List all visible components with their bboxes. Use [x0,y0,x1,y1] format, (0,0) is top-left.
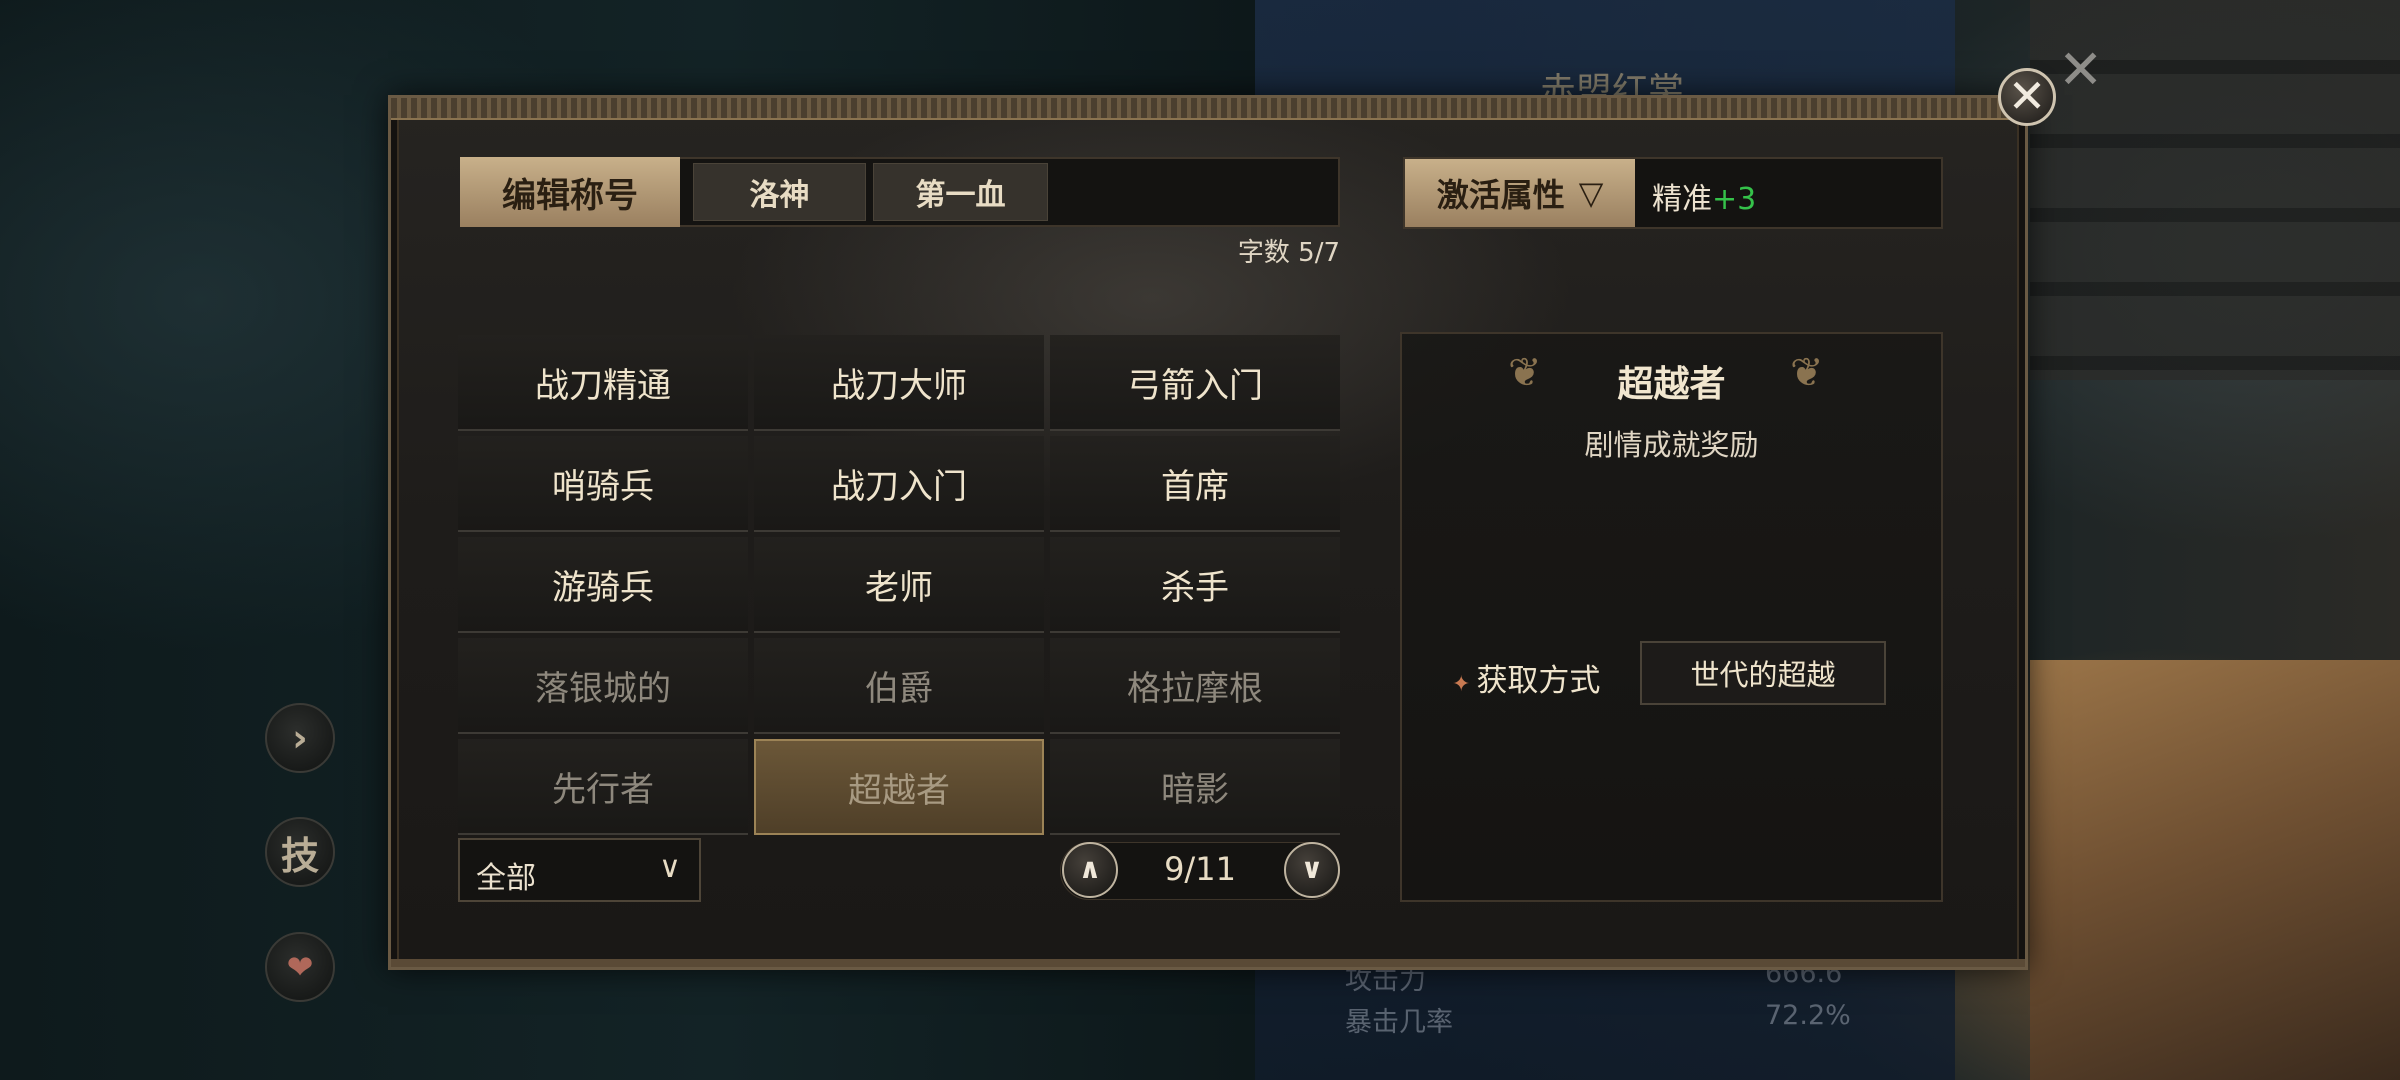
detail-subtitle: 剧情成就奖励 [1584,428,1759,462]
title-cell-locked[interactable]: 暗影 [1050,739,1340,835]
arrow-right-icon[interactable]: › [265,703,335,773]
attribute-value: 精准+3 [1652,174,1756,218]
activate-attribute-dropdown[interactable]: 激活属性 ▽ [1405,159,1635,227]
bullet-icon: ✦ [1452,672,1471,697]
title-cell-locked[interactable]: 伯爵 [754,638,1044,734]
activate-attribute-label: 激活属性 [1436,176,1565,214]
title-cell-locked[interactable]: 先行者 [458,739,748,835]
detail-title: 超越者 [1617,363,1726,405]
title-cell-locked[interactable]: 落银城的 [458,638,748,734]
chevron-down-icon: ▽ [1578,174,1604,212]
category-filter-dropdown[interactable]: 全部 ∨ [458,838,701,902]
title-cell[interactable]: 老师 [754,537,1044,633]
edit-title-label: 编辑称号 [460,157,680,227]
filter-selected-value: 全部 [476,861,536,896]
title-cell[interactable]: 首席 [1050,436,1340,532]
acquire-method-value[interactable]: 世代的超越 [1640,641,1886,705]
background-stat-row: 暴击几率 72.2% [1345,1000,1851,1039]
title-cell[interactable]: 游骑兵 [458,537,748,633]
chevron-down-icon: ∨ [659,850,681,885]
title-cell-selected[interactable]: 超越者 [754,739,1044,835]
acquire-label-text: 获取方式 [1476,663,1601,699]
page-down-button[interactable]: ∨ [1284,842,1340,898]
title-detail-panel [1400,332,1943,902]
title-cell[interactable]: 战刀入门 [754,436,1044,532]
heart-icon[interactable]: ❤ [265,932,335,1002]
page-up-button[interactable]: ∧ [1062,842,1118,898]
dialog-bottom-border [391,959,2025,967]
close-button[interactable]: ✕ [1998,68,2056,126]
page-indicator: 9/11 [1164,850,1236,888]
title-cell[interactable]: 战刀大师 [754,335,1044,431]
char-count: 字数 5/7 [1237,238,1340,268]
stat-label: 暴击几率 [1345,1007,1453,1038]
title-chip[interactable]: 洛神 [693,163,866,221]
skill-icon[interactable]: 技 [265,817,335,887]
background-close-icon: ✕ [2058,38,2104,101]
stat-value: 72.2% [1765,1000,1851,1031]
acquire-method-label: ✦ 获取方式 [1452,655,1600,700]
title-chip[interactable]: 第一血 [873,163,1048,221]
attribute-stat-name: 精准 [1652,182,1712,217]
title-cell[interactable]: 战刀精通 [458,335,748,431]
attribute-bonus: +3 [1712,182,1757,217]
background-deck [2030,660,2400,1080]
title-cell[interactable]: 杀手 [1050,537,1340,633]
title-grid: 战刀精通 战刀大师 弓箭入门 哨骑兵 战刀入门 首席 游骑兵 老师 杀手 落银城… [458,335,1340,835]
title-cell[interactable]: 弓箭入门 [1050,335,1340,431]
title-cell-locked[interactable]: 格拉摩根 [1050,638,1340,734]
title-cell[interactable]: 哨骑兵 [458,436,748,532]
dialog-top-border [391,98,2025,120]
